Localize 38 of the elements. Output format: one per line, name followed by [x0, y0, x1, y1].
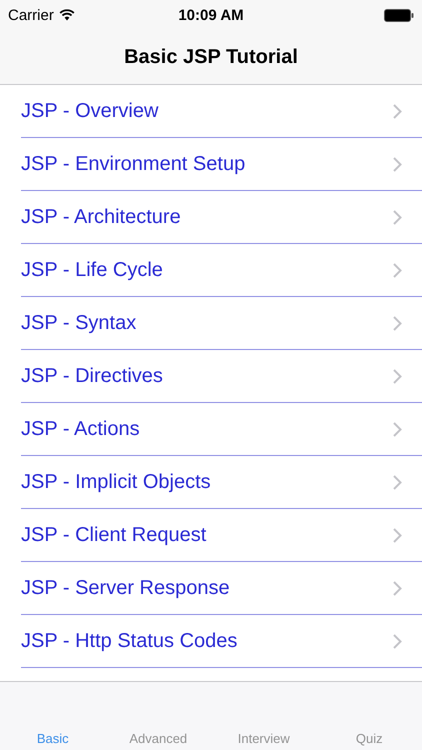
item-label: JSP - Environment Setup: [21, 152, 246, 176]
chevron-icon: [393, 368, 402, 384]
item-label: JSP - Architecture: [21, 206, 182, 228]
list-item[interactable]: JSP - Overview: [21, 85, 422, 138]
chevron-icon: [393, 474, 402, 490]
time-label: 10:09 AM: [178, 6, 244, 24]
battery-icon: [384, 8, 414, 22]
item-label: JSP - Http Status Codes: [21, 630, 238, 652]
item-label: JSP - Actions: [21, 418, 141, 440]
list-item[interactable]: JSP - Client Request: [21, 509, 422, 562]
item-label: JSP - Implicit Objects: [21, 470, 212, 494]
chevron-icon: [393, 156, 402, 172]
list-item[interactable]: JSP - Server Response: [21, 562, 422, 615]
list-item[interactable]: JSP - Syntax: [21, 297, 422, 350]
item-label: JSP - Directives: [21, 364, 164, 388]
chevron-icon: [393, 210, 402, 224]
chevron-icon: [393, 316, 402, 330]
list-item[interactable]: JSP - Architecture: [21, 191, 422, 244]
chevron-icon: [393, 262, 402, 278]
chevron-icon: [393, 528, 402, 542]
list-item[interactable]: JSP - Implicit Objects: [21, 456, 422, 509]
list-item[interactable]: JSP - Http Status Codes: [21, 615, 422, 668]
carrier-label: Carrier: [8, 6, 54, 24]
list-item[interactable]: JSP - Life Cycle: [21, 244, 422, 297]
screen-title: Basic JSP Tutorial: [124, 46, 298, 68]
item-label: JSP - Client Request: [21, 524, 208, 546]
item-label: JSP - Life Cycle: [21, 258, 164, 282]
chevron-icon: [393, 634, 402, 648]
chevron-icon: [393, 104, 402, 118]
wifi-icon: [58, 9, 75, 21]
item-label: JSP - Overview: [21, 100, 160, 122]
list-item[interactable]: JSP - Environment Setup: [21, 138, 422, 191]
list-item[interactable]: JSP - Actions: [21, 403, 422, 456]
chevron-icon: [393, 580, 402, 596]
item-label: JSP - Server Response: [21, 576, 231, 600]
list-item[interactable]: JSP - Directives: [21, 350, 422, 403]
item-label: JSP - Syntax: [21, 312, 138, 334]
chevron-icon: [393, 422, 402, 436]
